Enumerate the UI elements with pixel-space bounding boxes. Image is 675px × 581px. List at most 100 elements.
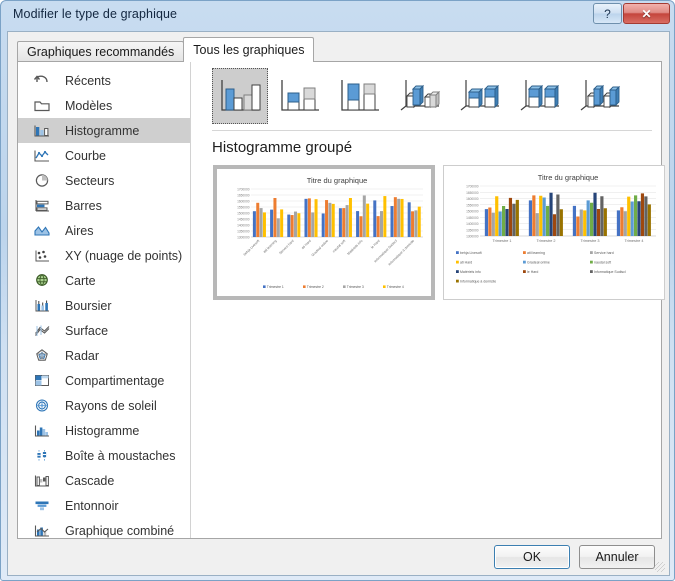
map-globe-icon [31,272,53,289]
svg-text:Trimestre 1: Trimestre 1 [492,239,511,243]
svg-text:1500000: 1500000 [237,212,250,216]
svg-text:Matériels info: Matériels info [460,270,481,274]
sidebar-item-radar[interactable]: Radar [18,343,190,368]
sidebar-item-surface[interactable]: Surface [18,318,190,343]
svg-text:1650000: 1650000 [466,191,479,195]
svg-text:ati Hard: ati Hard [301,239,312,250]
svg-text:behja Livesoft: behja Livesoft [243,239,261,257]
chart-preview-by-quarter[interactable]: Titre du graphique 1300000 1350000 1400000 1… [443,165,665,300]
svg-text:1450000: 1450000 [466,216,479,220]
pie-chart-icon [31,172,53,189]
svg-text:Titre du graphique: Titre du graphique [307,176,368,185]
resize-grip[interactable] [655,562,665,572]
sidebar-item-xy-scatter[interactable]: XY (nuage de points) [18,243,190,268]
svg-text:1550000: 1550000 [466,203,479,207]
svg-text:Trimestre 1: Trimestre 1 [267,285,284,289]
tab-recommended-charts[interactable]: Graphiques recommandés [17,41,185,62]
sidebar-item-compartimentage[interactable]: Compartimentage [18,368,190,393]
chart-preview-by-company[interactable]: Titre du graphique 1300000 1350000 1400000 1… [213,165,435,300]
svg-text:Gradeal online: Gradeal online [527,261,550,265]
sidebar-item-label: XY (nuage de points) [65,248,183,263]
title-bar: Modifier le type de graphique ? ✕ [1,1,674,31]
sidebar-item-secteurs[interactable]: Secteurs [18,168,190,193]
sidebar-item-aires[interactable]: Aires [18,218,190,243]
svg-text:1400000: 1400000 [466,222,479,226]
boxplot-chart-icon [31,447,53,464]
sidebar-item-barres[interactable]: Barres [18,193,190,218]
funnel-chart-icon [31,497,53,514]
subtype-histogramme-groupe-3d[interactable] [392,68,448,124]
sidebar-item-recents[interactable]: Récents [18,68,190,93]
svg-text:1600000: 1600000 [466,197,479,201]
svg-text:Informatique à domicile: Informatique à domicile [460,280,496,284]
svg-text:Informatique Sudiscl: Informatique Sudiscl [594,270,626,274]
svg-text:1400000: 1400000 [237,224,250,228]
svg-text:Service hard: Service hard [594,251,614,255]
sidebar-item-label: Cascade [65,473,115,488]
sidebar-item-histogramme-stat[interactable]: Histogramme [18,418,190,443]
chart-subtype-content: Histogramme groupé Titre du graphique 130… [192,62,665,538]
sidebar-item-carte[interactable]: Carte [18,268,190,293]
svg-text:Trimestre 3: Trimestre 3 [580,239,599,243]
histogram-chart-icon [31,422,53,439]
subtype-histogramme-3d[interactable] [572,68,628,124]
sidebar-item-histogramme-column[interactable]: Histogramme [18,118,190,143]
change-chart-type-dialog: Modifier le type de graphique ? ✕ Graphi… [0,0,675,581]
ok-button[interactable]: OK [494,545,570,569]
help-icon[interactable]: ? [593,3,622,24]
svg-text:naudal soft: naudal soft [332,239,347,254]
dialog-footer: OK Annuler [8,539,669,575]
treemap-chart-icon [31,372,53,389]
svg-text:Service hard: Service hard [278,239,294,255]
sidebar-item-rayons-de-soleil[interactable]: Rayons de soleil [18,393,190,418]
sunburst-chart-icon [31,397,53,414]
sidebar-item-courbe[interactable]: Courbe [18,143,190,168]
cancel-button[interactable]: Annuler [579,545,655,569]
sidebar-item-label: Carte [65,273,96,288]
sidebar-item-cascade[interactable]: Cascade [18,468,190,493]
svg-text:1600000: 1600000 [237,200,250,204]
close-icon[interactable]: ✕ [623,3,670,24]
sidebar-item-boursier[interactable]: Boursier [18,293,190,318]
subtype-histogramme-empile-100[interactable] [332,68,388,124]
area-chart-icon [31,222,53,239]
radar-chart-icon [31,347,53,364]
undo-arrow-icon [31,72,53,89]
subtype-histogramme-groupe[interactable] [212,68,268,124]
svg-text:1700000: 1700000 [466,185,479,189]
folder-icon [31,97,53,114]
svg-text:Gradeal online: Gradeal online [311,239,330,258]
svg-text:1500000: 1500000 [466,210,479,214]
all-charts-panel: Récents Modèles Histogramme Courbe Secte… [17,61,665,539]
svg-text:Trimestre 2: Trimestre 2 [307,285,324,289]
svg-text:1300000: 1300000 [466,235,479,239]
combo-chart-icon [31,522,53,539]
surface-chart-icon [31,322,53,339]
sidebar-item-templates[interactable]: Modèles [18,93,190,118]
dialog-body: Graphiques recommandés Tous les graphiqu… [7,31,670,576]
svg-text:1300000: 1300000 [237,236,250,240]
sidebar-item-entonnoir[interactable]: Entonnoir [18,493,190,518]
tab-strip: Graphiques recommandés Tous les graphiqu… [17,37,315,62]
sidebar-item-label: Courbe [65,148,106,163]
svg-text:Trimestre 2: Trimestre 2 [536,239,555,243]
stock-chart-icon [31,297,53,314]
svg-text:1700000: 1700000 [237,188,250,192]
sidebar-item-label: Modèles [65,98,113,113]
svg-text:behja Livesoft: behja Livesoft [460,251,482,255]
svg-text:Trimestre 4: Trimestre 4 [624,239,643,243]
sidebar-item-label: Rayons de soleil [65,398,157,413]
sidebar-item-label: Entonnoir [65,498,119,513]
subtype-histogramme-empile-100-3d[interactable] [512,68,568,124]
svg-text:1650000: 1650000 [237,194,250,198]
sidebar-item-label: Boîte à moustaches [65,448,176,463]
svg-text:atil learning: atil learning [262,239,277,254]
subtype-histogramme-empile[interactable] [272,68,328,124]
svg-text:1350000: 1350000 [466,228,479,232]
sidebar-item-label: Graphique combiné [65,523,175,538]
tab-all-charts[interactable]: Tous les graphiques [183,37,315,62]
chart-preview-by-quarter-canvas: Titre du graphique 1300000 1350000 1400000 1… [444,166,664,299]
subtype-histogramme-empile-3d[interactable] [452,68,508,124]
sidebar-item-boite-a-moustaches[interactable]: Boîte à moustaches [18,443,190,468]
sidebar-item-label: Récents [65,73,111,88]
